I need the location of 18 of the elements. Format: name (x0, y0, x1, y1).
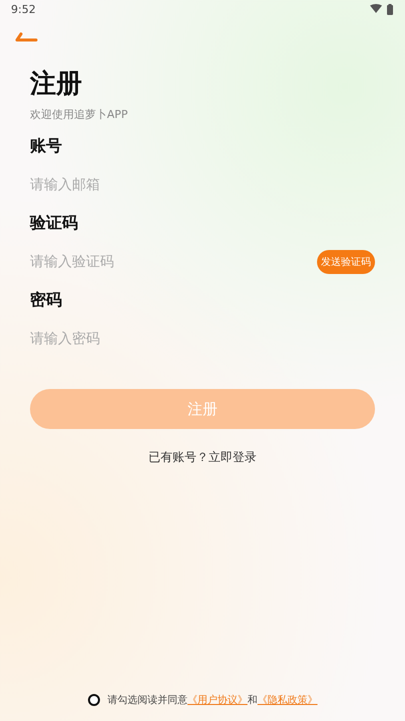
input-field[interactable]: 请输入验证码 (30, 254, 230, 270)
input-field[interactable]: 请输入邮箱 (30, 177, 230, 193)
send-code-button[interactable]: 发送验证码 (317, 250, 375, 274)
page-subtitle: 欢迎使用追萝卜APP (30, 107, 128, 122)
user-agreement-link[interactable]: 《用户协议》 (188, 693, 248, 707)
field-label: 密码 (30, 290, 62, 311)
battery-icon (387, 4, 393, 14)
login-link[interactable]: 已有账号？立即登录 (148, 449, 256, 466)
agreement-checkbox[interactable] (88, 694, 100, 706)
input-field[interactable]: 请输入密码 (30, 331, 230, 347)
privacy-policy-link[interactable]: 《隐私政策》 (258, 693, 318, 707)
field-label: 账号 (30, 136, 62, 157)
wifi-icon (370, 4, 382, 14)
field-label: 验证码 (30, 213, 78, 234)
page-title: 注册 (30, 68, 82, 101)
agreement-joiner: 和 (248, 694, 258, 707)
status-time: 9:52 (11, 2, 36, 16)
agreement-text: 请勾选阅读并同意 (108, 694, 188, 707)
